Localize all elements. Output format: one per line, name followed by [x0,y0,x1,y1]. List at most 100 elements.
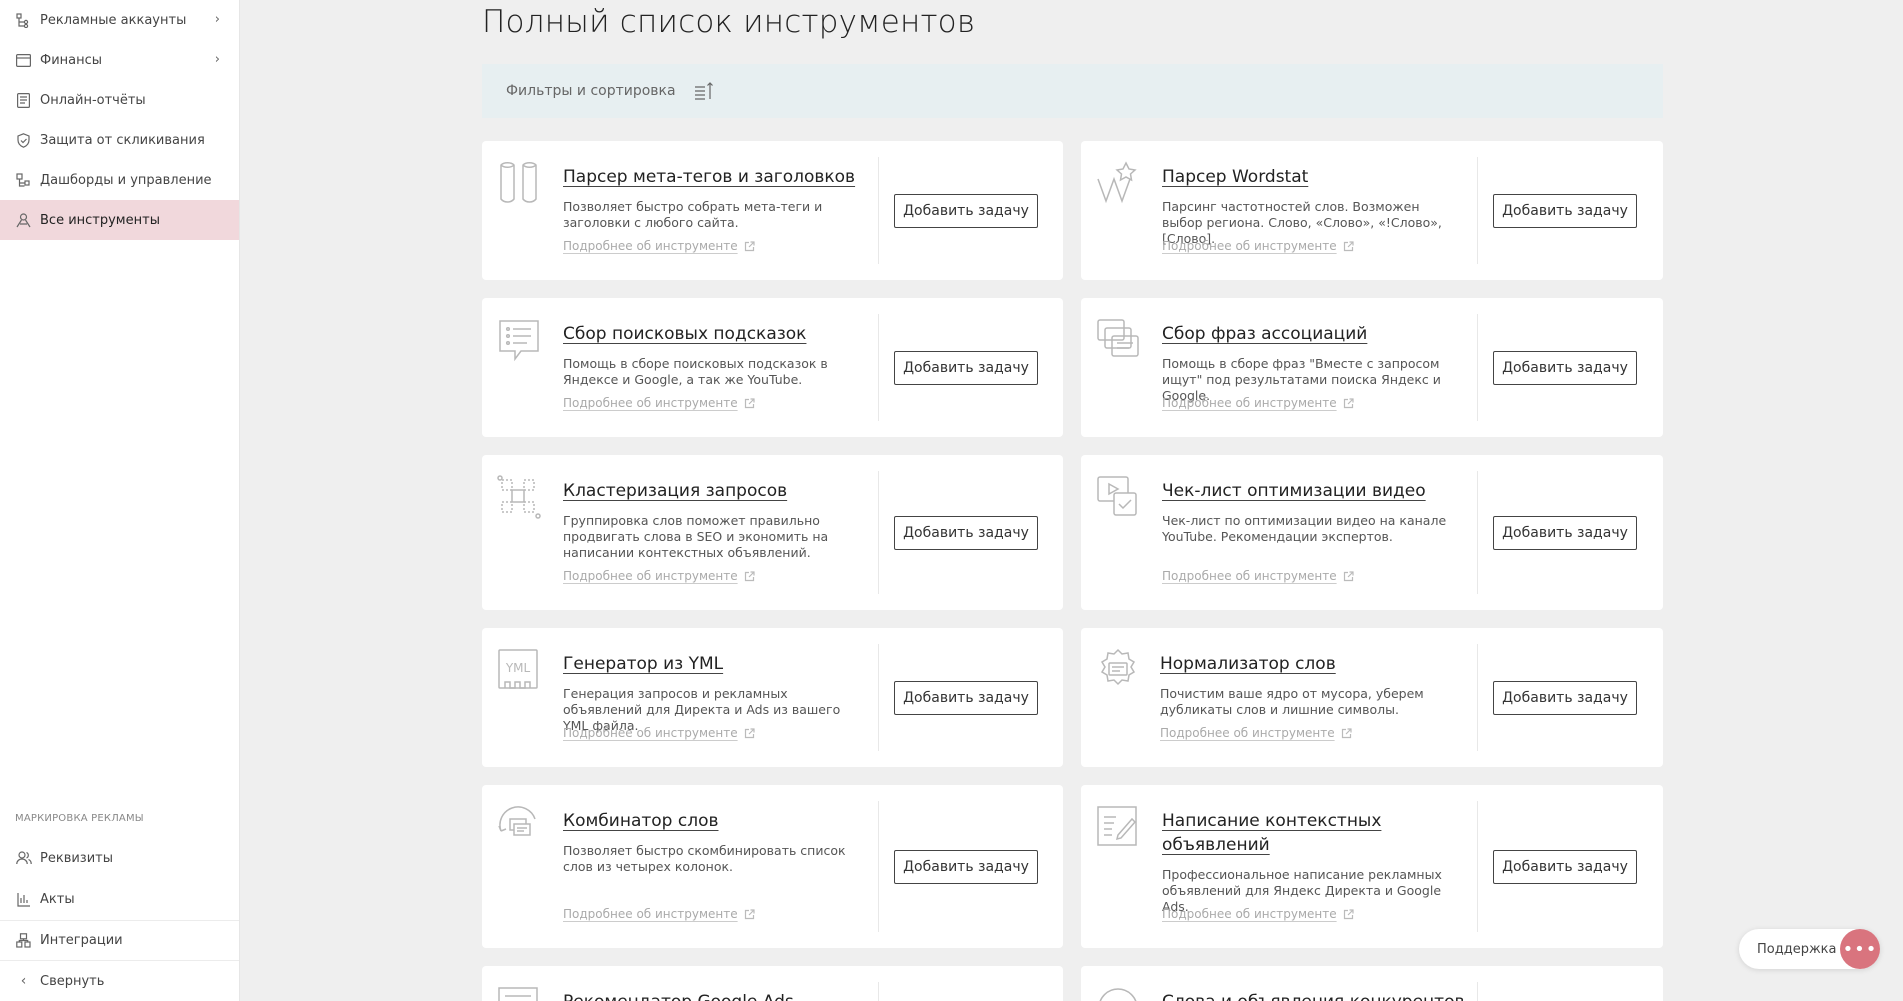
sidebar-item-label: Акты [40,891,75,907]
sidebar-item-ad-accounts[interactable]: Рекламные аккаунты › [0,0,239,40]
sidebar: Рекламные аккаунты › Финансы › Онлайн-от… [0,0,240,1001]
tool-title[interactable]: Нормализатор слов [1160,652,1336,676]
page-title: Полный список инструментов [482,4,976,40]
external-link-icon [1343,240,1354,252]
sidebar-item-label: Финансы [40,52,103,68]
more-info-label: Подробнее об инструменте [563,396,738,410]
card-divider [1477,471,1478,594]
sidebar-item-acts[interactable]: Акты [0,879,239,919]
tool-title[interactable]: Слова и объявления конкурентов [1162,990,1465,1001]
google-ads-icon [497,986,541,1001]
sidebar-item-label: Реквизиты [40,850,113,866]
external-link-icon [744,397,755,409]
competitors-icon [1096,986,1140,1001]
tool-title[interactable]: Парсер мета-тегов и заголовков [563,165,855,189]
add-task-button[interactable]: Добавить задачу [894,194,1038,228]
chevron-left-icon: ‹ [20,973,27,989]
sort-icon[interactable] [694,82,714,100]
tool-card: Нормализатор слов Почистим ваше ядро от … [1081,628,1663,767]
tool-title[interactable]: Генератор из YML [563,652,723,676]
sidebar-item-click-protection[interactable]: Защита от скликивания [0,120,239,160]
more-info-link[interactable]: Подробнее об инструменте [1160,726,1352,740]
more-info-link[interactable]: Подробнее об инструменте [563,396,755,410]
sidebar-item-integrations[interactable]: Интеграции [0,920,239,960]
tool-card: Рекомендатор Google Ads [482,966,1063,1001]
yml-icon: YML [497,648,541,692]
add-task-button[interactable]: Добавить задачу [1493,351,1637,385]
card-divider [878,801,879,932]
sidebar-item-dashboards[interactable]: Дашборды и управление [0,160,239,200]
add-task-button[interactable]: Добавить задачу [1493,516,1637,550]
tool-card: Кластеризация запросов Группировка слов … [482,455,1063,610]
more-dots-icon[interactable]: ••• [1840,929,1880,969]
add-task-button[interactable]: Добавить задачу [894,850,1038,884]
card-divider [1477,982,1478,1001]
search-hints-icon [497,318,541,362]
tool-title[interactable]: Кластеризация запросов [563,479,787,503]
card-divider [1477,157,1478,264]
collapse-sidebar-button[interactable]: ‹ Свернуть [0,961,239,1001]
chevron-right-icon: › [214,12,220,27]
tool-title[interactable]: Парсер Wordstat [1162,165,1308,189]
external-link-icon [744,727,755,739]
ad-writing-icon [1096,805,1140,849]
add-task-button[interactable]: Добавить задачу [894,351,1038,385]
card-divider [1477,314,1478,421]
filter-sort-bar[interactable]: Фильтры и сортировка [482,64,1663,118]
report-icon [15,92,32,109]
more-info-label: Подробнее об инструменте [563,726,738,740]
tool-card: Сбор фраз ассоциаций Помощь в сборе фраз… [1081,298,1663,437]
shield-icon [15,132,32,149]
chevron-right-icon: › [214,52,220,67]
tool-card: Комбинатор слов Позволяет быстро скомбин… [482,785,1063,948]
external-link-icon [744,570,755,582]
sidebar-item-online-reports[interactable]: Онлайн-отчёты [0,80,239,120]
tool-title[interactable]: Комбинатор слов [563,809,719,833]
tool-card: Слова и объявления конкурентов [1081,966,1663,1001]
collapse-label: Свернуть [40,973,105,989]
card-divider [878,982,879,1001]
more-info-link[interactable]: Подробнее об инструменте [563,239,755,253]
ad-accounts-icon [15,12,32,29]
sidebar-item-all-tools[interactable]: Все инструменты [0,200,239,240]
support-widget[interactable]: Поддержка ••• [1739,929,1880,969]
add-task-button[interactable]: Добавить задачу [894,681,1038,715]
integrations-icon [15,932,32,949]
tool-title[interactable]: Сбор фраз ассоциаций [1162,322,1367,346]
more-info-link[interactable]: Подробнее об инструменте [1162,907,1354,921]
sidebar-item-label: Интеграции [40,932,123,948]
more-info-link[interactable]: Подробнее об инструменте [1162,569,1354,583]
more-info-link[interactable]: Подробнее об инструменте [563,726,755,740]
add-task-button[interactable]: Добавить задачу [1493,850,1637,884]
tool-description: Чек-лист по оптимизации видео на канале … [1162,513,1447,544]
more-info-link[interactable]: Подробнее об инструменте [563,569,755,583]
add-task-button[interactable]: Добавить задачу [894,516,1038,550]
sidebar-item-requisites[interactable]: Реквизиты [0,838,239,878]
more-info-label: Подробнее об инструменте [1162,396,1337,410]
video-checklist-icon [1096,475,1140,519]
more-info-link[interactable]: Подробнее об инструменте [1162,396,1354,410]
tool-title[interactable]: Чек-лист оптимизации видео [1162,479,1426,503]
card-divider [878,644,879,751]
sidebar-item-label: Защита от скликивания [40,132,205,148]
tool-description: Позволяет быстро скомбинировать список с… [563,843,846,874]
more-info-label: Подробнее об инструменте [1162,907,1337,921]
tool-title[interactable]: Сбор поисковых подсказок [563,322,806,346]
more-info-label: Подробнее об инструменте [563,569,738,583]
tool-card: Чек-лист оптимизации видео Чек-лист по о… [1081,455,1663,610]
section-label-ad-marking: МАРКИРОВКА РЕКЛАМЫ [15,813,144,824]
tools-icon [15,212,32,229]
card-divider [878,157,879,264]
add-task-button[interactable]: Добавить задачу [1493,194,1637,228]
external-link-icon [1341,727,1352,739]
users-icon [15,850,32,867]
tool-title[interactable]: Рекомендатор Google Ads [563,990,794,1001]
card-divider [878,471,879,594]
document-icon [15,891,32,908]
external-link-icon [1343,908,1354,920]
add-task-button[interactable]: Добавить задачу [1493,681,1637,715]
tool-title[interactable]: Написание контекстных объявлений [1162,809,1402,857]
more-info-link[interactable]: Подробнее об инструменте [563,907,755,921]
sidebar-item-finance[interactable]: Финансы › [0,40,239,80]
more-info-link[interactable]: Подробнее об инструменте [1162,239,1354,253]
